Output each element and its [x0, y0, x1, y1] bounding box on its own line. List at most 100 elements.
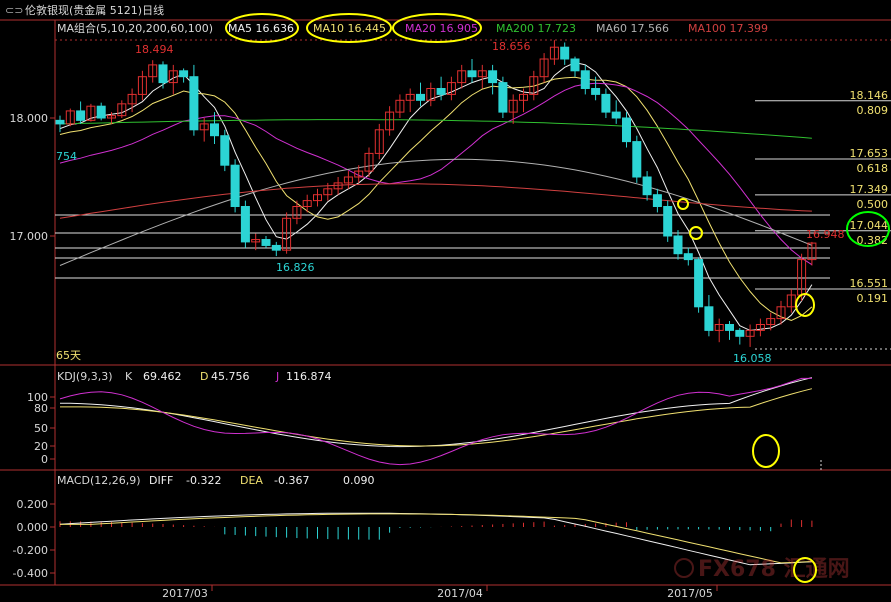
candle-body	[735, 329, 745, 337]
candle-body	[642, 176, 652, 196]
y-tick-label: 17.000	[10, 230, 49, 243]
legend-item: MA100 17.399	[688, 22, 768, 35]
candle-body	[652, 194, 662, 207]
candle-body	[704, 306, 714, 331]
window-icon: ⊂⊃	[5, 4, 23, 17]
candle-body	[498, 82, 508, 113]
annotation-left_edge: 754	[56, 150, 77, 163]
legend-item: 116.874	[286, 370, 332, 383]
fib-price-label: 17.044	[850, 219, 889, 232]
highlight-circles	[225, 13, 890, 583]
kdj-k-line	[59, 377, 813, 448]
macd-legend: MACD(12,26,9) DIFF -0.322 DEA -0.367 0.090	[57, 474, 375, 487]
y-tick-label: 0.000	[17, 521, 49, 534]
y-tick-label: 20	[34, 440, 48, 453]
macd-dea-line	[60, 513, 812, 564]
fib-price-label: 17.653	[850, 147, 889, 160]
candle-body	[158, 64, 168, 84]
annotation-last_price: 16.948	[806, 228, 845, 241]
macd-y-axis: 0.200 0.000 -0.200 -0.400	[13, 498, 55, 580]
kdj-j-line	[59, 377, 812, 466]
window-title: 伦敦银现(贵金属 5121)日线	[25, 3, 164, 17]
legend-item: 45.756	[211, 370, 250, 383]
watermark-text: FX678 汇通网	[698, 557, 850, 582]
macd-histogram	[59, 519, 813, 540]
candle-body	[591, 88, 601, 95]
candle-body	[673, 235, 683, 255]
watermark: FX678 汇通网	[674, 557, 850, 582]
legend-item: MACD(12,26,9)	[57, 474, 141, 487]
annotation-high1: 18.494	[135, 43, 174, 56]
y-tick-label: -0.200	[13, 544, 48, 557]
candle-body	[189, 76, 199, 131]
highlight-ellipse	[677, 198, 689, 210]
candle-body	[55, 119, 65, 125]
candle-body	[632, 141, 642, 178]
x-tick-label: 2017/03	[162, 587, 208, 600]
candle-body	[694, 259, 704, 308]
legend-item: MA组合(5,10,20,200,60,100)	[57, 21, 213, 35]
candle-body	[601, 93, 611, 113]
legend-item: MA5 16.636	[228, 22, 294, 35]
y-tick-label: 18.000	[10, 112, 49, 125]
candlesticks	[55, 40, 817, 347]
fib-ratio-label: 0.618	[857, 162, 889, 175]
candle-body	[488, 70, 498, 84]
candle-body	[76, 110, 86, 121]
highlight-ellipse	[752, 434, 780, 468]
y-tick-label: 80	[34, 402, 48, 415]
legend-item: DEA	[240, 474, 263, 487]
x-tick-label: 2017/04	[437, 587, 483, 600]
legend-item: D	[200, 370, 208, 383]
y-tick-label: 0	[41, 453, 48, 466]
candle-body	[220, 135, 230, 166]
candle-body	[179, 70, 189, 78]
y-tick-label: 50	[34, 422, 48, 435]
legend-item: KDJ(9,3,3)	[57, 370, 113, 383]
candle-body	[580, 70, 590, 90]
legend-item: J	[275, 370, 279, 383]
annotation-low2: 16.058	[733, 352, 772, 365]
candle-body	[96, 105, 106, 119]
candle-body	[210, 123, 219, 137]
legend-item: -0.322	[186, 474, 221, 487]
fib-price-label: 16.551	[850, 277, 889, 290]
annotation-bottom_left: 65天	[56, 349, 81, 362]
candle-body	[663, 206, 673, 237]
y-tick-label: -0.400	[13, 567, 48, 580]
x-tick-label: 2017/05	[667, 587, 713, 600]
candle-body	[261, 239, 271, 246]
ma-legend: MA组合(5,10,20,200,60,100) MA5 16.636 MA10 1…	[57, 21, 768, 35]
x-axis: 2017/03 2017/04 2017/05	[162, 585, 718, 600]
legend-item: DIFF	[149, 474, 173, 487]
candle-body	[467, 70, 477, 78]
legend-item: MA200 17.723	[496, 22, 576, 35]
candle-body	[560, 46, 570, 60]
legend-item: 69.462	[143, 370, 182, 383]
candle-body	[611, 111, 621, 119]
y-tick-label: 0.200	[17, 498, 49, 511]
price-annotations: 18.494 18.656 16.826 16.058 754 65天 16.948	[56, 40, 845, 365]
legend-item: MA10 16.445	[313, 22, 386, 35]
legend-item: MA60 17.566	[596, 22, 669, 35]
fib-ratio-label: 0.809	[857, 104, 889, 117]
candle-body	[436, 88, 446, 95]
kdj-legend: KDJ(9,3,3) K 69.462 D 45.756 J 116.874	[57, 370, 332, 383]
panel-frames	[0, 19, 891, 586]
candle-body	[240, 206, 250, 243]
main-y-axis: 18.000 17.000	[10, 112, 55, 243]
legend-item: -0.367	[274, 474, 309, 487]
annotation-high2: 18.656	[492, 40, 531, 53]
ma60-line	[59, 158, 813, 266]
candle-body	[230, 164, 240, 207]
candle-body	[622, 117, 631, 143]
ma200-line	[59, 119, 812, 139]
legend-item: K	[125, 370, 133, 383]
fib-ratio-label: 0.191	[857, 292, 889, 305]
fib-price-label: 17.349	[850, 183, 889, 196]
candle-body	[416, 93, 425, 101]
candle-body	[683, 253, 693, 261]
candle-body	[271, 244, 281, 251]
watermark-logo-icon	[674, 558, 694, 578]
legend-item: MA20 16.905	[405, 22, 478, 35]
